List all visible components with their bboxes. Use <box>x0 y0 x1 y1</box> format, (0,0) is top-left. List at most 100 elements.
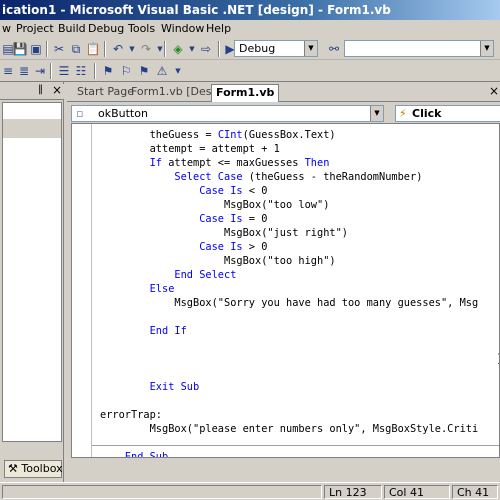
code-text: MsgBox("just right") <box>224 227 348 239</box>
code-keyword: Case Is <box>199 185 243 197</box>
code-line[interactable]: Select Case (theGuess - theRandomNumber) <box>100 170 422 184</box>
chevron-down-icon[interactable]: ▼ <box>480 41 493 56</box>
code-line[interactable]: Case Is = 0 <box>100 212 267 226</box>
menu-project[interactable]: Project <box>16 22 54 35</box>
editor-margin <box>72 124 92 457</box>
close-icon[interactable]: × <box>52 83 62 97</box>
code-line[interactable]: MsgBox("please enter numbers only", MsgB… <box>100 422 479 436</box>
clear-bookmarks-icon[interactable]: ⚠ <box>154 63 170 79</box>
code-text: MsgBox("Sorry you have had too many gues… <box>174 297 479 309</box>
find-dropdown[interactable]: ▼ <box>344 40 494 57</box>
toolbar-separator <box>46 41 48 57</box>
class-name-value: okButton <box>98 107 148 120</box>
code-keyword: Select Case <box>174 171 243 183</box>
code-line[interactable]: MsgBox("too high") <box>100 254 336 268</box>
menu-view[interactable]: w <box>2 22 11 35</box>
code-line[interactable]: End Sub <box>100 450 169 458</box>
next-bookmark-icon[interactable]: ⚐ <box>118 63 134 79</box>
code-text: theGuess = <box>149 129 218 141</box>
status-bar: Ln 123 Col 41 Ch 41 <box>0 482 500 500</box>
class-icon: ▫ <box>76 107 84 120</box>
code-line[interactable]: End If <box>100 324 187 338</box>
code-text: = 0 <box>242 213 268 225</box>
chevron-down-icon[interactable]: ▼ <box>170 63 186 79</box>
panel-body <box>2 102 62 442</box>
tab-form1-code[interactable]: Form1.vb <box>211 84 280 102</box>
code-keyword: End Sub <box>124 451 169 458</box>
toolbar-separator <box>164 41 166 57</box>
code-line[interactable]: Exit Sub <box>100 380 200 394</box>
code-line[interactable]: End Select <box>100 268 236 282</box>
code-line[interactable]: errorTrap: <box>100 408 162 422</box>
code-keyword: Case Is <box>199 213 243 225</box>
procedure-separator <box>92 445 499 446</box>
code-line[interactable]: Case Is < 0 <box>100 184 267 198</box>
code-text: MsgBox("too low") <box>224 199 330 211</box>
chevron-down-icon[interactable]: ▼ <box>304 41 317 56</box>
comment-icon[interactable]: ☰ <box>56 63 72 79</box>
code-keyword: If <box>149 157 163 169</box>
code-keyword: Then <box>304 157 330 169</box>
standard-toolbar: ▤ 💾 ▣ ✂ ⧉ 📋 ↶ ▼ ↷ ▼ ◈ ▼ ⇨ ▶ Debug ▼ ⚯ ▼ <box>0 38 500 60</box>
class-name-dropdown[interactable]: ▫ okButton ▼ <box>71 105 384 122</box>
menu-bar: w Project Build Debug Tools Window Help <box>0 20 500 38</box>
copy-icon[interactable]: ⧉ <box>68 41 84 57</box>
status-line: Ln 123 <box>324 485 382 499</box>
menu-debug[interactable]: Debug <box>88 22 124 35</box>
code-line[interactable]: MsgBox("too low") <box>100 198 329 212</box>
code-text: > 0 <box>242 241 268 253</box>
increase-indent-icon[interactable]: ⇥ <box>32 63 48 79</box>
solution-config-dropdown[interactable]: Debug ▼ <box>234 40 318 57</box>
indent-icon[interactable]: ≡ <box>0 63 16 79</box>
code-text: MsgBox("please enter numbers only", MsgB… <box>149 423 479 435</box>
menu-build[interactable]: Build <box>58 22 86 35</box>
code-line[interactable]: theGuess = CInt(GuessBox.Text) <box>100 128 336 142</box>
code-line[interactable]: MsgBox("Sorry you have had too many gues… <box>100 296 478 310</box>
code-keyword: End If <box>149 325 187 337</box>
paste-icon[interactable]: 📋 <box>85 41 101 57</box>
navigate-forward-icon[interactable]: ⇨ <box>198 41 214 57</box>
outdent-icon[interactable]: ≣ <box>16 63 32 79</box>
solution-config-value: Debug <box>239 42 276 55</box>
status-column: Col 41 <box>384 485 450 499</box>
code-text: < 0 <box>242 185 268 197</box>
chevron-down-icon[interactable]: ▼ <box>370 106 383 121</box>
code-line[interactable]: Else <box>100 282 175 296</box>
code-keyword: Else <box>149 283 175 295</box>
toolbox-tab-label: Toolbox <box>21 462 63 475</box>
toolbar-separator <box>50 63 52 79</box>
code-editor[interactable]: theGuess = CInt(GuessBox.Text) attempt =… <box>71 123 500 458</box>
panel-header: ‖ × <box>0 83 64 100</box>
code-navigation-bar: ▫ okButton ▼ ⚡ Click <box>67 103 500 123</box>
code-keyword: End Select <box>174 269 237 281</box>
find-in-files-icon[interactable]: ⚯ <box>326 41 342 57</box>
cut-icon[interactable]: ✂ <box>51 41 67 57</box>
uncomment-icon[interactable]: ☷ <box>73 63 89 79</box>
code-line[interactable]: Case Is > 0 <box>100 240 267 254</box>
code-line[interactable]: MsgBox("just right") <box>100 226 348 240</box>
toolbar-separator <box>218 41 220 57</box>
method-name-dropdown[interactable]: ⚡ Click <box>395 105 500 122</box>
toolbar-separator <box>104 41 106 57</box>
close-tab-icon[interactable]: × <box>489 84 499 98</box>
previous-bookmark-icon[interactable]: ⚑ <box>136 63 152 79</box>
status-character: Ch 41 <box>452 485 498 499</box>
code-keyword: Exit Sub <box>149 381 200 393</box>
code-text: (theGuess - theRandomNumber) <box>242 171 423 183</box>
code-text: attempt = attempt + 1 <box>149 143 280 155</box>
save-icon[interactable]: 💾 <box>12 41 28 57</box>
pin-icon[interactable]: ‖ <box>38 84 43 95</box>
panel-row[interactable] <box>3 119 61 139</box>
code-line[interactable]: attempt = attempt + 1 <box>100 142 280 156</box>
toggle-bookmark-icon[interactable]: ⚑ <box>100 63 116 79</box>
solution-explorer-panel: ‖ × ⚒ Toolbox <box>0 82 64 482</box>
code-line[interactable]: If attempt <= maxGuesses Then <box>100 156 330 170</box>
menu-help[interactable]: Help <box>206 22 231 35</box>
menu-window[interactable]: Window <box>161 22 204 35</box>
save-all-icon[interactable]: ▣ <box>28 41 44 57</box>
horizontal-scrollbar[interactable] <box>71 458 500 464</box>
toolbox-tab[interactable]: ⚒ Toolbox <box>4 460 63 478</box>
menu-tools[interactable]: Tools <box>128 22 155 35</box>
code-text: MsgBox("too high") <box>224 255 336 267</box>
window-title: ication1 - Microsoft Visual Basic .NET [… <box>2 3 391 17</box>
